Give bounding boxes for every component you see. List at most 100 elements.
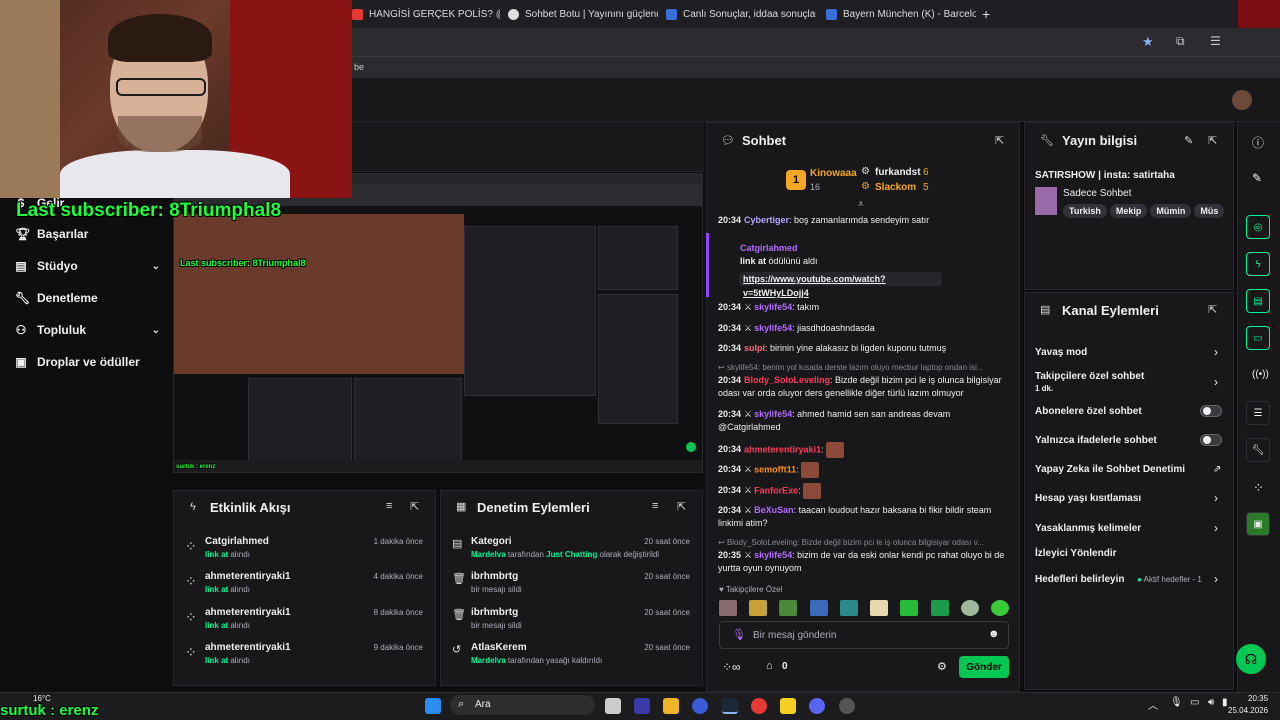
broadcast-icon[interactable]: ((•)) — [1252, 369, 1269, 380]
list-icon[interactable]: ☰ — [1246, 401, 1270, 425]
emote-image[interactable] — [749, 600, 768, 616]
microphone-icon[interactable]: 🎙︎ — [732, 628, 746, 641]
leader-name[interactable]: Kinowaaa — [810, 168, 857, 179]
popout-icon[interactable]: ⇱ — [1208, 303, 1217, 316]
calculator-icon[interactable] — [634, 698, 650, 714]
bookmark-star-icon[interactable]: ★ — [1142, 34, 1154, 50]
action-ai-moderation[interactable]: Yapay Zeka ile Sohbet Denetimi — [1035, 464, 1185, 475]
list-item[interactable]: 🗑︎ ibrhmbrtg bir mesajı sildi 20 saat ön… — [450, 571, 700, 605]
chevron-right-icon[interactable]: › — [1214, 491, 1218, 505]
clock-time[interactable]: 20:35 — [1248, 694, 1268, 703]
tag[interactable]: Müs — [1194, 204, 1225, 218]
notes-icon[interactable] — [780, 698, 796, 714]
browser-tab[interactable]: Sohbet Botu | Yayınını güçlend ✕ — [508, 4, 658, 24]
emote-image[interactable] — [960, 600, 979, 616]
emote-image[interactable] — [900, 600, 919, 616]
list-item[interactable]: ⁘ ahmeterentiryaki1 link at alındı 9 dak… — [183, 642, 433, 676]
sidebar-item-studyo[interactable]: ▤ Stüdyo ⌄ — [15, 259, 160, 273]
tag[interactable]: Mekip — [1109, 204, 1148, 218]
action-slow-mode[interactable]: Yavaş mod — [1035, 347, 1087, 358]
document-icon[interactable]: ▤ — [1246, 289, 1270, 313]
popout-icon[interactable]: ⇱ — [995, 134, 1004, 147]
microphone-icon[interactable]: 🎙︎ — [1170, 697, 1183, 708]
leader-name[interactable]: Slackom — [875, 182, 916, 193]
action-followers-only[interactable]: Takipçilere özel sohbet — [1035, 371, 1144, 382]
new-tab-button[interactable]: + — [982, 4, 996, 24]
browser-tab[interactable]: HANGİSİ GERÇEK POLİS? @Am ✕ — [352, 4, 500, 24]
taskbar-search[interactable]: ⌕ Ara — [450, 695, 595, 715]
category-name[interactable]: Sadece Sohbet — [1063, 188, 1131, 199]
chevron-right-icon[interactable]: › — [1214, 521, 1218, 535]
list-item[interactable]: 🗑︎ ibrhmbrtg bir mesajı sildi 20 saat ön… — [450, 607, 700, 641]
redeem-link[interactable]: https://www.youtube.com/watch?v=5tWHyLDo… — [739, 272, 942, 298]
expand-icon[interactable]: ⩡ — [858, 199, 864, 210]
subscribers-only-toggle[interactable] — [1200, 405, 1222, 417]
app-icon[interactable] — [692, 698, 708, 714]
sidebar-item-denetleme[interactable]: 🔧︎ Denetleme — [15, 291, 160, 305]
list-item[interactable]: ⁘ ahmeterentiryaki1 link at alındı 8 dak… — [183, 607, 433, 641]
menu-icon[interactable]: ☰ — [1210, 34, 1221, 48]
bookmark-fragment[interactable]: be — [354, 62, 364, 72]
action-raid[interactable]: İzleyici Yönlendir — [1035, 548, 1117, 559]
emote-image[interactable] — [839, 600, 858, 616]
chevron-right-icon[interactable]: › — [1214, 572, 1218, 586]
emote-image[interactable] — [809, 600, 828, 616]
sidebar-item-droplar[interactable]: ▣ Droplar ve ödüller — [15, 355, 160, 369]
obs-icon[interactable] — [839, 698, 855, 714]
chat-input[interactable]: 🎙︎ Bir mesaj gönderin ☻ — [719, 621, 1009, 649]
sidebar-item-topluluk[interactable]: ⚇ Topluluk ⌄ — [15, 323, 160, 337]
emote-image[interactable] — [870, 600, 889, 616]
tray-chevron-icon[interactable]: ︿ — [1148, 697, 1158, 712]
avatar[interactable] — [1232, 90, 1252, 110]
volume-icon[interactable]: 🔊︎ — [1208, 697, 1214, 708]
battery-icon[interactable]: ▮ — [1222, 697, 1228, 708]
monitor-icon[interactable]: ▭ — [1190, 697, 1199, 708]
emote-image[interactable] — [990, 600, 1009, 616]
edit-icon[interactable]: ✎ — [1184, 134, 1193, 147]
lightning-icon[interactable]: ϟ — [1246, 252, 1270, 276]
emote-image[interactable] — [779, 600, 798, 616]
discord-icon[interactable] — [809, 698, 825, 714]
tag[interactable]: Turkish — [1063, 204, 1107, 218]
list-item[interactable]: ⁘ ahmeterentiryaki1 link at alındı 4 dak… — [183, 571, 433, 605]
action-goals[interactable]: Hedefleri belirleyin — [1035, 574, 1124, 585]
filter-icon[interactable]: ≡ — [652, 500, 658, 512]
chevron-right-icon[interactable]: › — [1214, 375, 1218, 389]
edit-icon[interactable]: ✎ — [1252, 171, 1262, 185]
popout-icon[interactable]: ⇱ — [677, 500, 686, 513]
chat-bubble-icon[interactable]: ▭ — [1246, 326, 1270, 350]
channel-points-icon[interactable]: ⁘∞ — [722, 660, 741, 674]
file-explorer-icon[interactable] — [663, 698, 679, 714]
gear-icon[interactable]: ⚙ — [937, 660, 947, 673]
action-account-age[interactable]: Hesap yaşı kısıtlaması — [1035, 493, 1141, 504]
emote-image[interactable] — [719, 600, 737, 616]
steam-icon[interactable] — [722, 698, 738, 714]
action-blocked-terms[interactable]: Yasaklanmış kelimeler — [1035, 523, 1141, 534]
tag[interactable]: Mümin — [1150, 204, 1192, 218]
external-link-icon[interactable]: ⇗ — [1213, 464, 1221, 475]
browser-tab[interactable]: Bayern München (K) - Barcelo ✕ — [826, 4, 976, 24]
task-view-icon[interactable] — [605, 698, 621, 714]
list-item[interactable]: ↺ AtlasKerem Mardelva tarafından yasağı … — [450, 642, 700, 676]
popout-icon[interactable]: ⇱ — [410, 500, 419, 513]
popout-icon[interactable]: ⇱ — [1208, 134, 1217, 147]
emoji-icon[interactable]: ☻ — [988, 628, 1000, 640]
shop-icon[interactable]: ⌂ — [766, 660, 773, 672]
info-icon[interactable]: ⓘ — [1252, 134, 1264, 151]
extensions-icon[interactable]: ⧉ — [1176, 34, 1185, 49]
windows-start-icon[interactable] — [425, 698, 441, 714]
clock-date[interactable]: 25.04.2026 — [1228, 706, 1268, 715]
list-item[interactable]: ⁘ Catgirlahmed link at alındı 1 dakika ö… — [183, 536, 433, 570]
emote-image[interactable] — [930, 600, 949, 616]
browser-tab[interactable]: Canlı Sonuçlar, iddaa sonuçlar ✕ — [666, 4, 816, 24]
chevron-right-icon[interactable]: › — [1214, 345, 1218, 359]
wrench-icon[interactable]: 🔧︎ — [1246, 438, 1270, 462]
list-item[interactable]: ▤ Kategori Mardelva tarafından Just Chat… — [450, 536, 700, 570]
clip-icon[interactable]: ◎ — [1246, 215, 1270, 239]
filter-icon[interactable]: ≡ — [386, 500, 392, 512]
send-button[interactable]: Gönder — [959, 656, 1009, 678]
channel-points-icon[interactable]: ⁘ — [1253, 480, 1264, 496]
leader-name[interactable]: furkandst — [875, 167, 921, 178]
extension-icon[interactable]: ▣ — [1246, 512, 1270, 536]
sidebar-item-basarilar[interactable]: 🏆︎ Başarılar — [15, 227, 160, 241]
